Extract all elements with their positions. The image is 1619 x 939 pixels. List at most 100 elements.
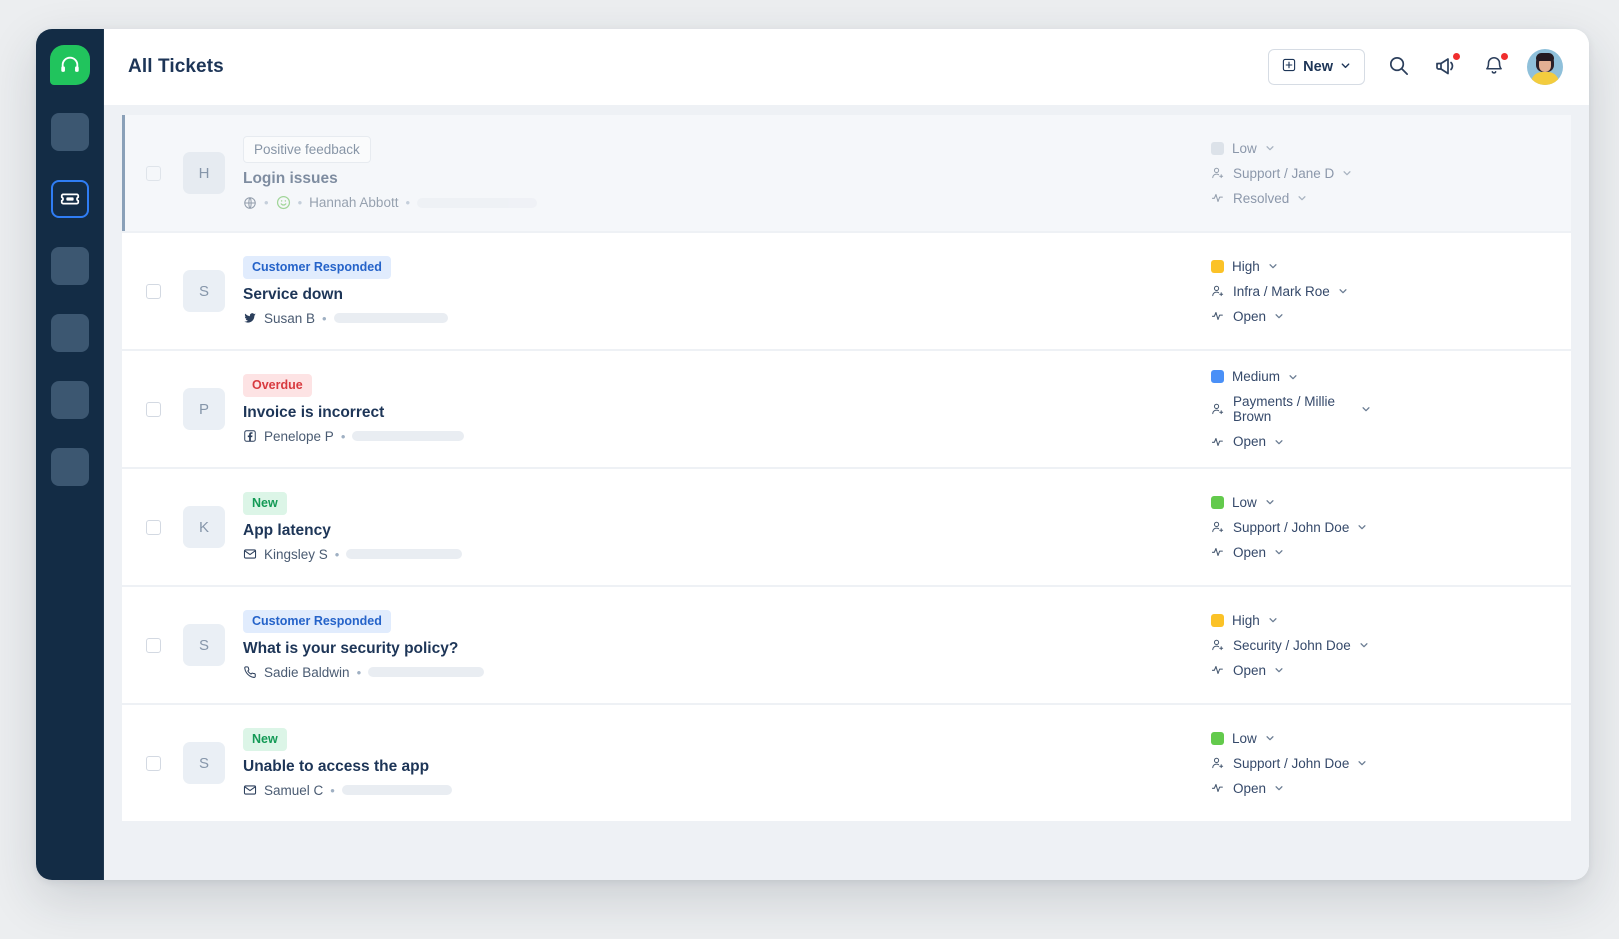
- assignee-selector[interactable]: Infra / Mark Roe: [1211, 284, 1348, 299]
- email-icon: [243, 783, 257, 797]
- new-button[interactable]: New: [1268, 49, 1365, 85]
- chevron-down-icon: [1357, 522, 1367, 532]
- row-checkbox[interactable]: [146, 165, 161, 181]
- row-checkbox[interactable]: [146, 283, 161, 299]
- assignee-selector[interactable]: Support / Jane D: [1211, 166, 1352, 181]
- table-row[interactable]: S New Unable to access the app Samuel C • Low…: [122, 705, 1571, 821]
- announcements-badge-dot: [1453, 53, 1460, 60]
- status-selector[interactable]: Open: [1211, 309, 1284, 324]
- twitter-icon: [243, 311, 257, 325]
- chevron-down-icon: [1265, 733, 1275, 743]
- status-selector[interactable]: Open: [1211, 663, 1284, 678]
- priority-selector[interactable]: High: [1211, 613, 1278, 628]
- ticket-subline: Sadie Baldwin •: [243, 665, 1211, 680]
- table-row[interactable]: S Customer Responded Service down Susan B • H…: [122, 233, 1571, 349]
- chevron-down-icon: [1268, 261, 1278, 271]
- priority-color-swatch: [1211, 370, 1224, 383]
- sidebar-item-placeholder-5[interactable]: [51, 448, 89, 486]
- assignee-label: Payments / Millie Brown: [1233, 394, 1336, 424]
- table-row[interactable]: K New App latency Kingsley S • Low Support / J…: [122, 469, 1571, 585]
- email-icon: [243, 547, 257, 561]
- priority-selector[interactable]: High: [1211, 259, 1278, 274]
- sidebar-item-tickets[interactable]: [51, 180, 89, 218]
- status-selector[interactable]: Resolved: [1211, 191, 1307, 206]
- priority-selector[interactable]: Low: [1211, 141, 1275, 156]
- sidebar-item-placeholder-1[interactable]: [51, 113, 89, 151]
- globe-icon: [243, 196, 257, 210]
- ticket-title[interactable]: What is your security policy?: [243, 640, 1211, 658]
- priority-selector[interactable]: Low: [1211, 495, 1275, 510]
- requester-initial-avatar: P: [183, 388, 225, 430]
- search-button[interactable]: [1383, 52, 1413, 82]
- phone-icon: [243, 665, 257, 679]
- chevron-down-icon: [1274, 311, 1284, 321]
- status-label: Open: [1233, 308, 1267, 324]
- timestamp-placeholder: [417, 197, 538, 208]
- assignee-label: Support / Jane D: [1233, 165, 1335, 181]
- priority-selector[interactable]: Low: [1211, 731, 1275, 746]
- assignee-icon: [1211, 166, 1225, 180]
- sidebar-item-placeholder-3[interactable]: [51, 314, 89, 352]
- priority-color-swatch: [1211, 495, 1224, 509]
- row-checkbox[interactable]: [146, 637, 161, 653]
- row-checkbox[interactable]: [146, 519, 161, 535]
- assignee-label: Security / John Doe: [1233, 637, 1351, 653]
- left-navigation-rail: [36, 29, 104, 880]
- status-icon: [1211, 781, 1225, 795]
- status-selector[interactable]: Open: [1211, 545, 1284, 560]
- status-selector[interactable]: Open: [1211, 781, 1284, 796]
- priority-selector[interactable]: Medium: [1211, 369, 1298, 384]
- new-button-label: New: [1303, 59, 1333, 75]
- status-icon: [1211, 191, 1225, 205]
- notifications-badge-dot: [1501, 53, 1508, 60]
- avatar[interactable]: [1527, 49, 1563, 85]
- ticket-meta: Low Support / Jane D Resolved: [1211, 141, 1571, 206]
- app-logo[interactable]: [50, 45, 90, 85]
- assignee-icon: [1211, 284, 1225, 298]
- ticket-title[interactable]: Unable to access the app: [243, 758, 1211, 776]
- status-icon: [1211, 309, 1225, 323]
- assignee-selector[interactable]: Support / John Doe: [1211, 520, 1367, 535]
- assignee-selector[interactable]: Payments / Millie Brown: [1211, 394, 1371, 424]
- announcements-button[interactable]: [1431, 52, 1461, 82]
- priority-label: Low: [1232, 730, 1257, 746]
- ticket-meta: Low Support / John Doe Open: [1211, 495, 1571, 560]
- row-checkbox[interactable]: [146, 401, 161, 417]
- ticket-author: Samuel C: [264, 782, 324, 798]
- chevron-down-icon: [1359, 640, 1369, 650]
- main-content: All Tickets New H Positive feedback Logi…: [104, 29, 1589, 880]
- requester-initial-avatar: S: [183, 742, 225, 784]
- app-window: All Tickets New H Positive feedback Logi…: [36, 29, 1589, 880]
- status-label: Open: [1233, 662, 1267, 678]
- search-icon: [1387, 54, 1410, 80]
- row-checkbox[interactable]: [146, 755, 161, 771]
- table-row[interactable]: S Customer Responded What is your security…: [122, 587, 1571, 703]
- status-badge: Overdue: [243, 374, 312, 397]
- sidebar-item-placeholder-4[interactable]: [51, 381, 89, 419]
- status-selector[interactable]: Open: [1211, 434, 1284, 449]
- ticket-title[interactable]: Service down: [243, 286, 1211, 304]
- ticket-title[interactable]: Invoice is incorrect: [243, 404, 1211, 422]
- requester-initial-avatar: H: [183, 152, 225, 194]
- status-label: Open: [1233, 544, 1267, 560]
- ticket-title[interactable]: App latency: [243, 522, 1211, 540]
- assignee-selector[interactable]: Security / John Doe: [1211, 638, 1369, 653]
- priority-label: High: [1232, 258, 1260, 274]
- table-row[interactable]: H Positive feedback Login issues • • Hannah A…: [122, 115, 1571, 231]
- priority-color-swatch: [1211, 731, 1224, 745]
- assignee-selector[interactable]: Support / John Doe: [1211, 756, 1367, 771]
- priority-label: High: [1232, 612, 1260, 628]
- priority-label: Medium: [1232, 369, 1281, 384]
- separator-dot: •: [405, 195, 411, 211]
- separator-dot: •: [330, 782, 335, 798]
- table-row[interactable]: P Overdue Invoice is incorrect Penelope P • M…: [122, 351, 1571, 467]
- ticket-main: Positive feedback Login issues • • Hannah Ab…: [243, 135, 1211, 211]
- status-label: Resolved: [1233, 190, 1290, 206]
- notifications-button[interactable]: [1479, 52, 1509, 82]
- priority-color-swatch: [1211, 141, 1224, 155]
- separator-dot: •: [334, 546, 340, 562]
- ticket-title[interactable]: Login issues: [243, 170, 1211, 188]
- timestamp-placeholder: [341, 785, 452, 796]
- sidebar-item-placeholder-2[interactable]: [51, 247, 89, 285]
- chevron-down-icon: [1265, 143, 1275, 153]
